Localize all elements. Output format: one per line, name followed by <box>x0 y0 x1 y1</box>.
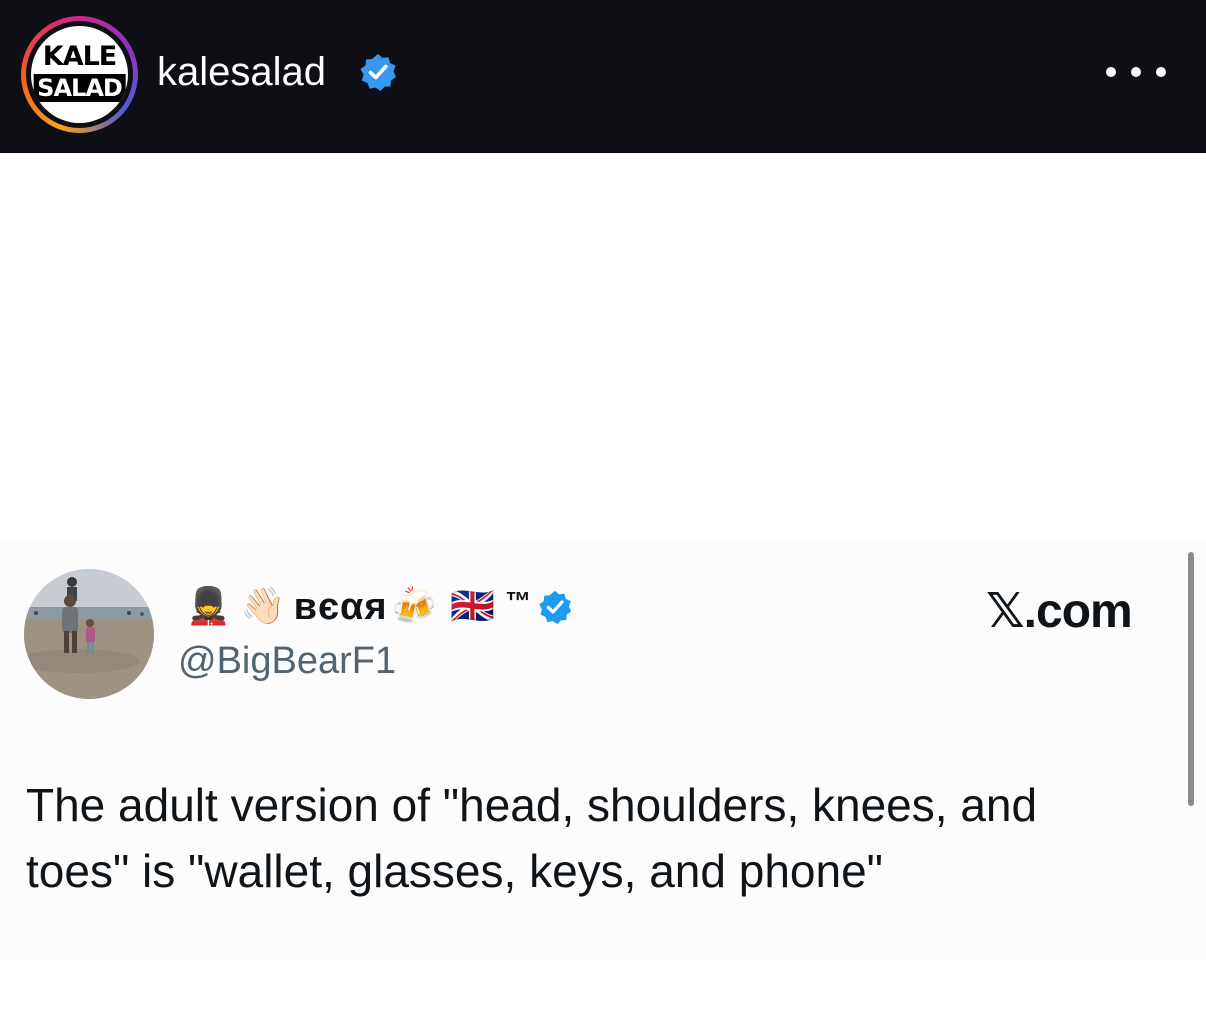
post-header: KALE SALAD kalesalad <box>0 0 1206 153</box>
beach-photo-image <box>24 569 154 699</box>
beer-mugs-emoji: 🍻 <box>391 586 437 627</box>
logo-text-bottom: SALAD <box>33 74 126 102</box>
kale-salad-logo: KALE SALAD <box>31 26 128 123</box>
post-view: KALE SALAD kalesalad 💂 👋🏻 вєαя 🍻 🇬🇧 ™ @B… <box>0 0 1206 1021</box>
trademark-symbol: ™ <box>505 585 532 616</box>
waving-hand-emoji: 👋🏻 <box>240 586 286 627</box>
verified-badge-icon <box>360 54 396 91</box>
profile-avatar[interactable]: KALE SALAD <box>21 16 138 133</box>
more-dot-icon <box>1156 67 1166 77</box>
username-link[interactable]: kalesalad <box>157 47 326 97</box>
guard-emoji: 💂 <box>186 586 231 627</box>
display-name-row[interactable]: 💂 👋🏻 вєαя 🍻 🇬🇧 ™ <box>186 582 573 632</box>
display-name: вєαя <box>293 585 388 628</box>
logo-text-top: KALE <box>42 41 117 72</box>
more-options-button[interactable] <box>1106 52 1166 92</box>
tweet-card: 💂 👋🏻 вєαя 🍻 🇬🇧 ™ @BigBearF1 𝕏.com The ad… <box>0 540 1206 960</box>
scrollbar[interactable] <box>1188 552 1194 806</box>
more-dot-icon <box>1131 67 1141 77</box>
tweet-text: The adult version of "head, shoulders, k… <box>26 779 1038 897</box>
tweet-author-avatar[interactable] <box>24 569 154 699</box>
more-dot-icon <box>1106 67 1116 77</box>
author-handle[interactable]: @BigBearF1 <box>178 637 396 685</box>
uk-flag-emoji: 🇬🇧 <box>450 586 496 627</box>
verified-badge-icon <box>539 590 572 625</box>
source-label: 𝕏.com <box>986 585 1133 638</box>
